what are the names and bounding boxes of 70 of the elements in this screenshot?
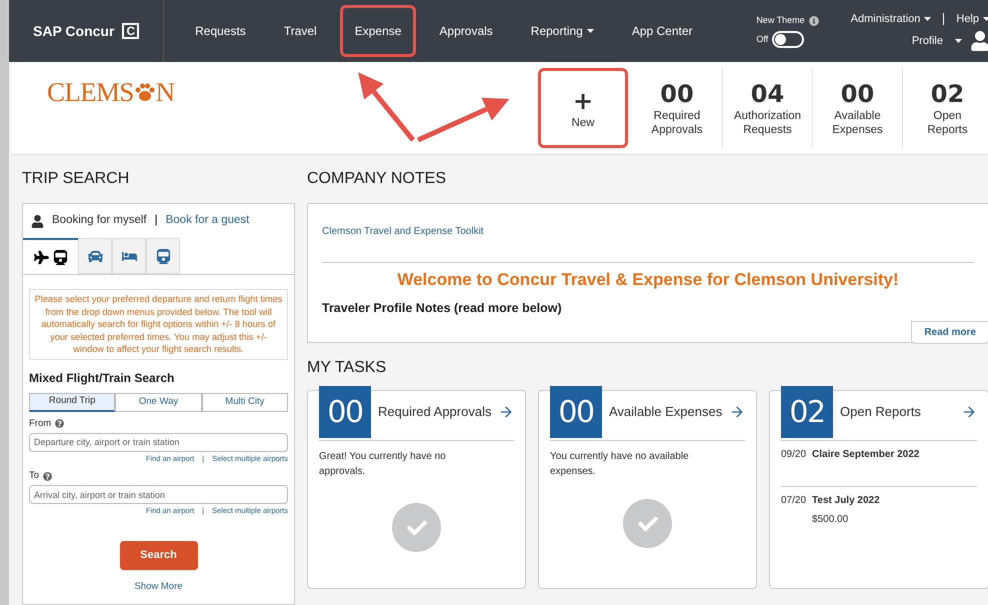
- new-theme-label: New Theme: [756, 14, 805, 27]
- brand-name: SAP Concur: [33, 22, 114, 40]
- avatar-icon: [970, 31, 988, 52]
- report-date: 09/20: [781, 448, 806, 462]
- location-field[interactable]: Arrival city, airport or train station: [29, 485, 288, 504]
- nav-link[interactable]: Expense: [340, 5, 416, 57]
- notice-text: Please select your preferred departure and return flight times from the drop down menus provided below. The tool will automatically search for flight options within +/- 8 hours of your selected preferred times. You may adjust this +/- window to affect your flight search results.: [29, 289, 288, 360]
- summary-tile[interactable]: 00 Required Approvals: [632, 68, 722, 148]
- show-more-link[interactable]: Show More: [134, 580, 183, 594]
- task-title: Available Expenses: [609, 403, 722, 422]
- section-title: COMPANY NOTES: [307, 169, 447, 189]
- read-more-button[interactable]: Read more: [911, 321, 988, 344]
- booking-self-label: Booking for myself: [52, 213, 147, 228]
- help-icon: [43, 472, 52, 481]
- summary-tile[interactable]: 00 Available Expenses: [812, 68, 902, 148]
- task-title: Open Reports: [840, 403, 921, 422]
- car-icon: [88, 248, 102, 264]
- nav-link[interactable]: Reporting: [516, 5, 609, 57]
- section-title: MY TASKS: [307, 358, 388, 378]
- toolkit-link[interactable]: Clemson Travel and Expense Toolkit: [322, 226, 484, 237]
- trip-type-tab[interactable]: Multi City: [202, 392, 288, 412]
- report-date: 07/20: [781, 494, 806, 508]
- plane-train-icon: [34, 250, 68, 264]
- report-name[interactable]: Test July 2022: [812, 493, 880, 508]
- task-message: Great! You currently have no approvals.: [319, 450, 447, 479]
- location-field[interactable]: Departure city, airport or train station: [29, 432, 288, 452]
- subsection-title: Mixed Flight/Train Search: [29, 370, 176, 386]
- toggle-label: Off: [756, 33, 768, 46]
- search-button[interactable]: Search: [120, 540, 198, 570]
- brand-mark: C: [122, 23, 140, 39]
- info-icon: [808, 16, 819, 26]
- notes-subtitle: Traveler Profile Notes (read more below): [322, 300, 563, 317]
- person-icon: [31, 214, 44, 228]
- check-icon: [623, 499, 672, 548]
- separator: |: [154, 213, 158, 228]
- caret-icon: [924, 17, 932, 21]
- check-icon: [392, 503, 441, 552]
- task-title: Required Approvals: [378, 403, 492, 422]
- nav-link[interactable]: App Center: [616, 5, 708, 57]
- field-label: To: [29, 469, 40, 483]
- task-count: 02: [781, 386, 833, 438]
- trip-type-tab[interactable]: One Way: [115, 392, 202, 412]
- arrow-right-icon[interactable]: [498, 404, 514, 420]
- administration-menu[interactable]: Administration: [850, 10, 932, 28]
- caret-icon: [955, 39, 962, 44]
- section-title: TRIP SEARCH: [22, 169, 130, 189]
- annotation-arrow: [358, 72, 415, 142]
- summary-tile[interactable]: 04 Authorization Requests: [722, 68, 812, 148]
- help-menu[interactable]: Help: [956, 10, 988, 28]
- nav-link[interactable]: Requests: [180, 5, 261, 57]
- report-amount: $500.00: [812, 513, 850, 527]
- report-name[interactable]: Claire September 2022: [812, 447, 920, 462]
- welcome-heading: Welcome to Concur Travel & Expense for Clemson University!: [396, 269, 900, 291]
- trip-type-tab[interactable]: Round Trip: [29, 392, 116, 412]
- train-icon: [156, 248, 170, 264]
- task-count: 00: [319, 386, 371, 438]
- profile-menu[interactable]: Profile: [912, 33, 962, 50]
- help-icon: [55, 419, 64, 428]
- paw-icon: [134, 82, 156, 102]
- task-message: You currently have no available expenses.: [550, 450, 690, 479]
- book-guest-link[interactable]: Book for a guest: [166, 212, 250, 230]
- new-button[interactable]: + New: [538, 68, 628, 148]
- field-label: From: [29, 416, 52, 430]
- summary-tile[interactable]: 02 Open Reports: [902, 68, 988, 148]
- theme-toggle[interactable]: [772, 31, 804, 48]
- clemson-logo: CLEMS N: [47, 76, 174, 109]
- nav-link[interactable]: Approvals: [424, 5, 508, 57]
- nav-link[interactable]: Travel: [268, 5, 332, 57]
- caret-icon: [983, 17, 988, 21]
- task-count: 00: [550, 386, 602, 438]
